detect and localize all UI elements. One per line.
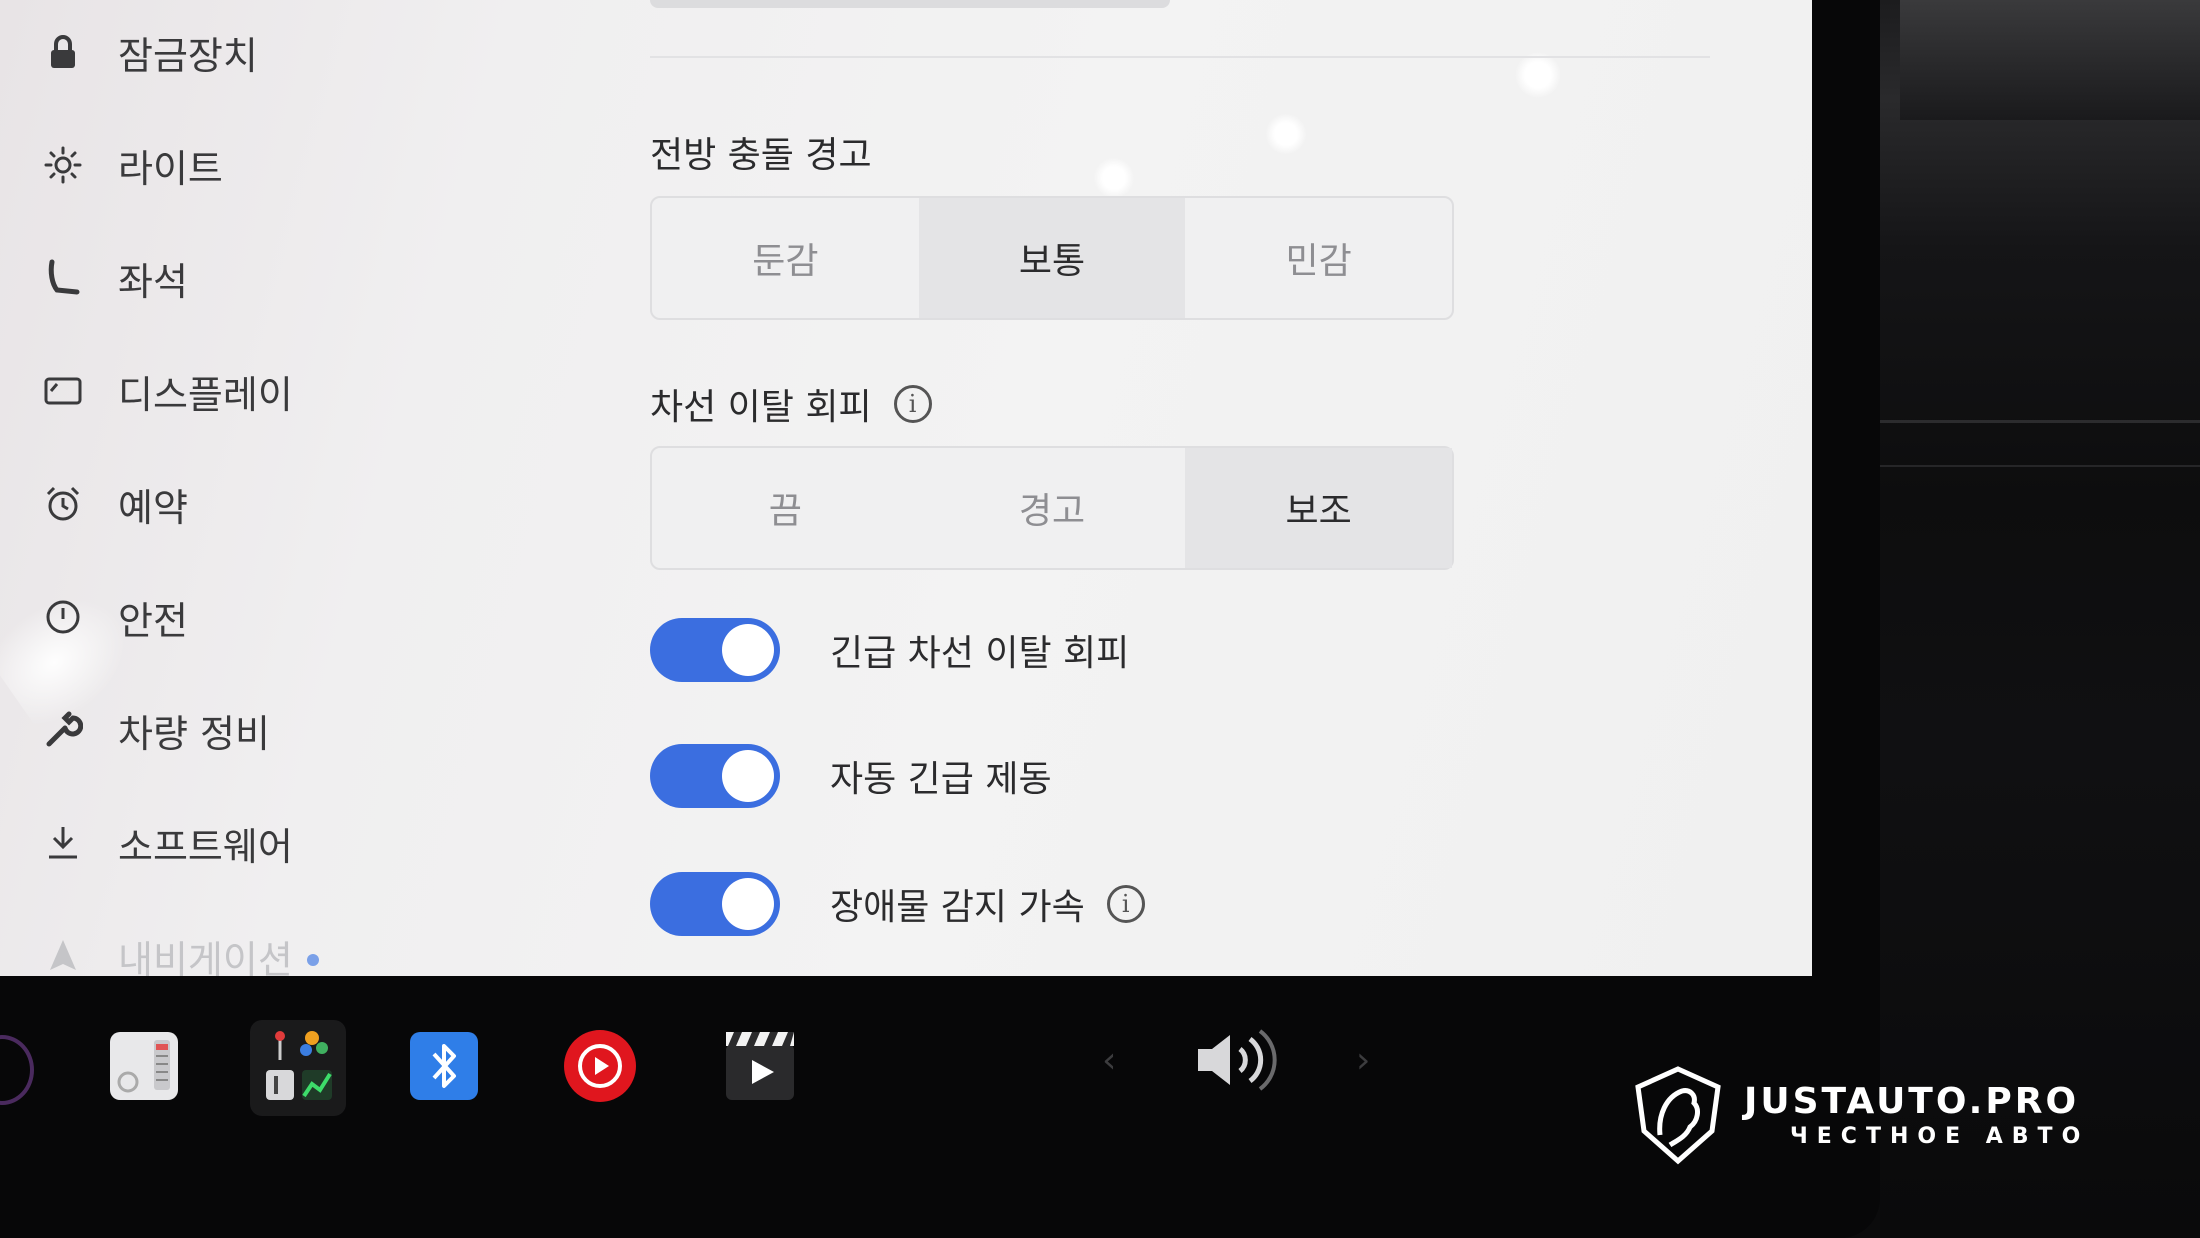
forward-collision-option-normal[interactable]: 보통 [918,198,1186,318]
display-icon [38,366,88,416]
theater-icon[interactable] [724,1030,796,1102]
emergency-lane-departure-toggle[interactable] [650,618,780,682]
forward-collision-option-high[interactable]: 민감 [1185,198,1452,318]
lock-icon [38,27,88,77]
lane-departure-selector: 끔 경고 보조 [650,446,1454,570]
sidebar-item-label: 라이트 [118,146,223,191]
sidebar-item-label: 차량 정비 [118,711,270,756]
chevron-right-icon[interactable]: › [1356,1040,1370,1081]
apps-launcher-icon[interactable] [250,1020,346,1116]
toggle-label: 장애물 감지 가속 [830,887,1085,928]
watermark: JUSTAUTO.PRO ЧЕСТНОЕ АВТО [1630,1065,2089,1165]
sidebar-item-seats[interactable]: 좌석 [38,248,188,308]
sidebar-item-label: 안전 [118,598,188,643]
auto-emergency-braking-row: 자동 긴급 제동 [650,744,1052,808]
toggle-label: 자동 긴급 제동 [830,759,1052,800]
watermark-title: JUSTAUTO.PRO [1744,1081,2080,1122]
lion-shield-logo [1635,1066,1721,1165]
sidebar-item-locks[interactable]: 잠금장치 [38,22,258,82]
alert-circle-icon [38,592,88,642]
touchscreen: 잠금장치 라이트 좌석 디스플레이 예약 안전 차량 정비 소프트웨어 내비게이… [0,0,1812,976]
sidebar-item-label: 내비게이션 [118,937,293,977]
sidebar-item-label: 소프트웨어 [118,824,293,869]
info-icon[interactable]: i [893,385,932,423]
lane-departure-option-off[interactable]: 끔 [652,448,919,568]
forward-collision-title: 전방 충돌 경고 [650,135,872,176]
emergency-lane-departure-row: 긴급 차선 이탈 회피 [650,618,1129,682]
sidebar-item-service[interactable]: 차량 정비 [38,700,270,760]
previous-control-edge [650,0,1170,8]
car-interior [1880,0,2200,1238]
chevron-left-icon[interactable]: ‹ [1102,1040,1116,1081]
volume-icon[interactable] [1190,1025,1280,1095]
seat-icon [38,253,88,303]
navigation-icon [38,931,88,976]
toybox-app-icon[interactable] [108,1030,180,1102]
info-icon[interactable]: i [1106,885,1145,923]
sidebar-item-schedule[interactable]: 예약 [38,474,188,534]
sun-icon [38,140,88,190]
youtube-music-icon[interactable] [564,1030,636,1102]
obstacle-aware-acceleration-toggle[interactable] [650,872,780,936]
notification-dot [306,954,319,966]
settings-sidebar: 잠금장치 라이트 좌석 디스플레이 예약 안전 차량 정비 소프트웨어 내비게이… [0,0,560,976]
sidebar-item-navigation[interactable]: 내비게이션 [38,926,319,976]
alarm-icon [38,479,88,529]
forward-collision-option-low[interactable]: 둔감 [652,198,919,318]
sidebar-item-lights[interactable]: 라이트 [38,135,223,195]
watermark-subtitle: ЧЕСТНОЕ АВТО [1790,1124,2090,1149]
sidebar-item-label: 예약 [118,485,188,530]
auto-emergency-braking-toggle[interactable] [650,744,780,808]
lane-departure-title: 차선 이탈 회피 i [650,378,932,430]
toggle-label: 긴급 차선 이탈 회피 [830,633,1130,674]
sidebar-item-label: 좌석 [118,259,188,304]
sidebar-item-label: 잠금장치 [118,33,258,78]
sidebar-item-safety[interactable]: 안전 [38,587,188,647]
obstacle-aware-acceleration-row: 장애물 감지 가속 i [650,872,1145,936]
sidebar-item-display[interactable]: 디스플레이 [38,361,293,421]
forward-collision-selector: 둔감 보통 민감 [650,196,1454,320]
sidebar-item-software[interactable]: 소프트웨어 [38,813,293,873]
toggle-label-with-info: 장애물 감지 가속 i [830,878,1145,930]
bluetooth-icon[interactable] [408,1030,480,1102]
wrench-icon [38,705,88,755]
download-icon [38,818,88,868]
lane-departure-option-warning[interactable]: 경고 [919,448,1186,568]
sidebar-item-label: 디스플레이 [118,372,293,417]
section-divider [650,56,1710,58]
lane-departure-option-assist[interactable]: 보조 [1185,448,1453,568]
